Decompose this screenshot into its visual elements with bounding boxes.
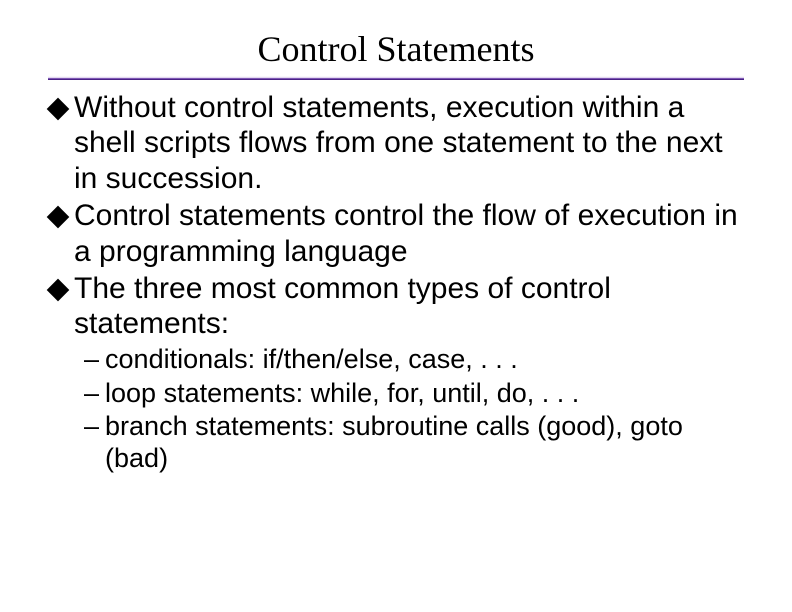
sub-item: – conditionals: if/then/else, case, . . … bbox=[48, 344, 744, 376]
bullet-item: Control statements control the flow of e… bbox=[48, 198, 744, 269]
dash-bullet-icon: – bbox=[84, 344, 99, 376]
diamond-bullet-icon bbox=[47, 206, 70, 229]
bullet-text: The three most common types of control s… bbox=[74, 271, 744, 342]
sub-item: – loop statements: while, for, until, do… bbox=[48, 378, 744, 410]
sub-text: branch statements: subroutine calls (goo… bbox=[105, 411, 744, 475]
sub-item: – branch statements: subroutine calls (g… bbox=[48, 411, 744, 475]
slide: Control Statements Without control state… bbox=[0, 0, 792, 612]
bullet-text: Without control statements, execution wi… bbox=[74, 90, 744, 196]
sub-text: conditionals: if/then/else, case, . . . bbox=[105, 344, 744, 376]
slide-title: Control Statements bbox=[48, 28, 744, 70]
sub-text: loop statements: while, for, until, do, … bbox=[105, 378, 744, 410]
diamond-bullet-icon bbox=[47, 279, 70, 302]
dash-bullet-icon: – bbox=[84, 378, 99, 410]
dash-bullet-icon: – bbox=[84, 411, 99, 443]
diamond-bullet-icon bbox=[47, 98, 70, 121]
title-divider bbox=[48, 76, 744, 80]
slide-content: Without control statements, execution wi… bbox=[48, 90, 744, 475]
bullet-item: The three most common types of control s… bbox=[48, 271, 744, 342]
bullet-item: Without control statements, execution wi… bbox=[48, 90, 744, 196]
bullet-text: Control statements control the flow of e… bbox=[74, 198, 744, 269]
